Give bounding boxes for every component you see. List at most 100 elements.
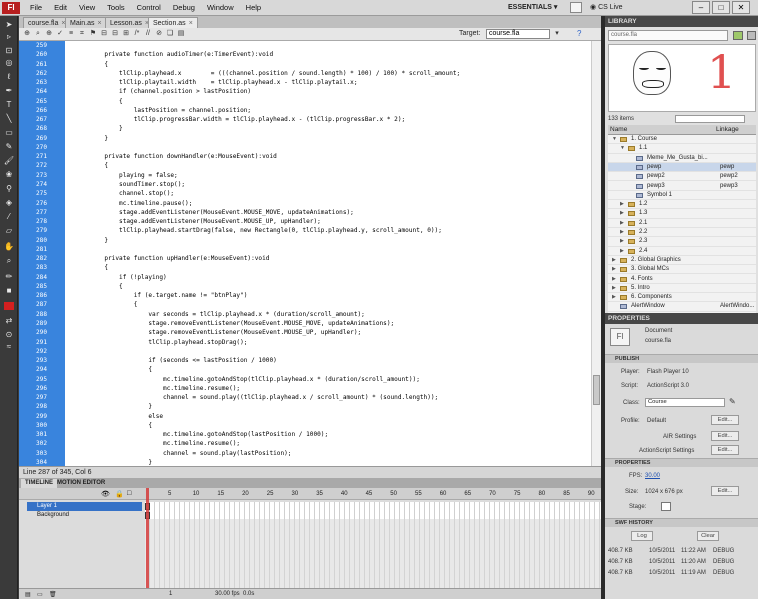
tab-lesson-as[interactable]: Lesson.as × <box>105 17 155 28</box>
check-syntax-icon[interactable]: ✓ <box>56 30 64 38</box>
help-search-input[interactable] <box>570 2 582 13</box>
eraser-tool-icon[interactable]: ▱ <box>3 226 15 236</box>
menu-file[interactable]: File <box>24 0 48 16</box>
code-line[interactable]: 286 if (e.target.name != "btnPlay") <box>19 291 591 300</box>
expand-down-icon[interactable]: ▼ <box>620 144 625 153</box>
code-line[interactable]: 302 mc.timeline.resume(); <box>19 439 591 448</box>
new-library-panel-icon[interactable] <box>747 31 756 40</box>
workspace-switcher[interactable]: ESSENTIALS ▾ <box>508 3 557 11</box>
code-line[interactable]: 268 } <box>19 124 591 133</box>
log-button[interactable]: Log <box>631 531 653 541</box>
stage-color-swatch[interactable] <box>661 502 671 511</box>
line-comment-icon[interactable]: // <box>144 30 152 38</box>
lasso-tool-icon[interactable]: ℓ <box>3 72 15 82</box>
edit-profile-button[interactable]: Edit... <box>711 415 739 425</box>
bone-tool-icon[interactable]: ⚲ <box>3 184 15 194</box>
code-line[interactable]: 294 { <box>19 365 591 374</box>
column-name[interactable]: Name <box>610 125 627 135</box>
hand-tool-icon[interactable]: ✋ <box>3 242 15 252</box>
code-line[interactable]: 266 lastPosition = channel.position; <box>19 106 591 115</box>
menu-help[interactable]: Help <box>240 0 267 16</box>
library-item[interactable]: ▼ 1.1 <box>608 144 756 154</box>
add-statement-icon[interactable]: ⊕ <box>23 30 31 38</box>
zoom-tool-icon[interactable]: ⌕ <box>3 256 15 266</box>
cs-live-button[interactable]: ◉ CS Live <box>590 3 623 11</box>
show-toolbox-icon[interactable]: ▤ <box>177 30 185 38</box>
code-line[interactable]: 278 stage.addEventListener(MouseEvent.MO… <box>19 217 591 226</box>
pen-tool-icon[interactable]: ✒ <box>3 86 15 96</box>
code-line[interactable]: 263 tlClip.playtail.width = tlClip.playh… <box>19 78 591 87</box>
code-line[interactable]: 281 <box>19 245 591 254</box>
code-line[interactable]: 271 private function downHandler(e:Mouse… <box>19 152 591 161</box>
library-item[interactable]: ▶ 2.3 <box>608 237 756 247</box>
code-line[interactable]: 261 { <box>19 60 591 69</box>
minimize-icon[interactable]: – <box>692 1 710 14</box>
expand-right-icon[interactable]: ▶ <box>612 265 616 274</box>
code-line[interactable]: 283 { <box>19 263 591 272</box>
library-search-input[interactable] <box>675 115 745 123</box>
3d-rotation-icon[interactable]: ◎ <box>3 58 15 68</box>
smooth-icon[interactable]: ≈ <box>3 342 15 352</box>
brush-tool-icon[interactable]: 🖌 <box>3 156 15 166</box>
eyedropper-icon[interactable]: ⁄ <box>3 212 15 222</box>
edit-as-settings-button[interactable]: Edit... <box>711 445 739 455</box>
close-icon[interactable]: ✕ <box>732 1 750 14</box>
code-line[interactable]: 275 channel.stop(); <box>19 189 591 198</box>
tab-timeline[interactable]: TIMELINE <box>21 479 57 488</box>
library-item[interactable]: ▶ 2.2 <box>608 228 756 238</box>
code-line[interactable]: 299 else <box>19 412 591 421</box>
code-line[interactable]: 267 tlClip.progressBar.width = tlClip.pl… <box>19 115 591 124</box>
expand-right-icon[interactable]: ▶ <box>620 237 624 246</box>
code-line[interactable]: 291 tlClip.playhead.stopDrag(); <box>19 338 591 347</box>
layer-frames[interactable] <box>145 502 601 511</box>
maximize-icon[interactable]: □ <box>712 1 730 14</box>
layer-row[interactable]: Layer 1 <box>19 502 601 511</box>
code-line[interactable]: 276 mc.timeline.pause(); <box>19 199 591 208</box>
frame-rate[interactable]: 30.00 fps <box>215 591 240 597</box>
new-layer-icon[interactable]: ▤ <box>25 591 31 598</box>
menu-edit[interactable]: Edit <box>48 0 73 16</box>
library-item[interactable]: ▶ 1.3 <box>608 209 756 219</box>
code-line[interactable]: 264 if (channel.position > lastPosition) <box>19 87 591 96</box>
column-linkage[interactable]: Linkage <box>716 125 739 135</box>
edit-air-settings-button[interactable]: Edit... <box>711 431 739 441</box>
menu-tools[interactable]: Tools <box>101 0 131 16</box>
expand-right-icon[interactable]: ▶ <box>620 219 624 228</box>
menu-view[interactable]: View <box>73 0 101 16</box>
library-item[interactable]: Meme_Me_Gusta_bi... <box>608 154 756 163</box>
library-item[interactable]: ▶ 5. Intro <box>608 284 756 294</box>
code-line[interactable]: 260 private function audioTimer(e:TimerE… <box>19 50 591 59</box>
pencil-tool-icon[interactable]: ✎ <box>3 142 15 152</box>
tab-motion-editor[interactable]: MOTION EDITOR <box>53 479 109 488</box>
code-line[interactable]: 279 tlClip.playhead.startDrag(false, new… <box>19 226 591 235</box>
library-item[interactable]: ▶ 2.4 <box>608 247 756 256</box>
rectangle-tool-icon[interactable]: ▭ <box>3 128 15 138</box>
editor-vertical-scrollbar[interactable] <box>591 41 601 466</box>
code-editor[interactable]: 259 260 private function audioTimer(e:Tim… <box>19 41 591 466</box>
library-item[interactable]: pewp2 pewp2 <box>608 172 756 182</box>
tab-course-fla[interactable]: course.fla × <box>23 17 71 28</box>
library-document-select[interactable]: course.fla <box>608 30 728 41</box>
section-publish[interactable]: PUBLISH <box>605 354 758 363</box>
code-line[interactable]: 296 mc.timeline.resume(); <box>19 384 591 393</box>
menu-control[interactable]: Control <box>131 0 167 16</box>
library-item[interactable]: ▶ 4. Fonts <box>608 275 756 284</box>
library-item[interactable]: ▶ 1.2 <box>608 200 756 210</box>
block-comment-icon[interactable]: /* <box>133 30 141 38</box>
expand-right-icon[interactable]: ▶ <box>612 275 616 284</box>
outline-icon[interactable]: □ <box>127 490 131 497</box>
pin-script-icon[interactable]: ▾ <box>553 30 561 38</box>
deco-tool-icon[interactable]: ❀ <box>3 170 15 180</box>
expand-down-icon[interactable]: ▼ <box>612 135 617 144</box>
class-input[interactable]: Course <box>645 398 725 407</box>
code-line[interactable]: 273 playing = false; <box>19 171 591 180</box>
code-line[interactable]: 280 } <box>19 236 591 245</box>
free-transform-icon[interactable]: ⊡ <box>3 46 15 56</box>
snap-icon[interactable]: ⊙ <box>3 330 15 340</box>
frame-ruler[interactable]: 👁 🔒 □ 5 10 15 20 25 30 35 40 45 50 55 60 65 70 75 80 85 9… <box>19 488 619 500</box>
section-properties[interactable]: PROPERTIES <box>605 458 758 467</box>
library-item[interactable]: ▶ 2. Global Graphics <box>608 256 756 266</box>
code-line[interactable]: 297 channel = sound.play((tlClip.playhea… <box>19 393 591 402</box>
library-item[interactable]: Symbol 1 <box>608 191 756 201</box>
code-line[interactable]: 272 { <box>19 161 591 170</box>
